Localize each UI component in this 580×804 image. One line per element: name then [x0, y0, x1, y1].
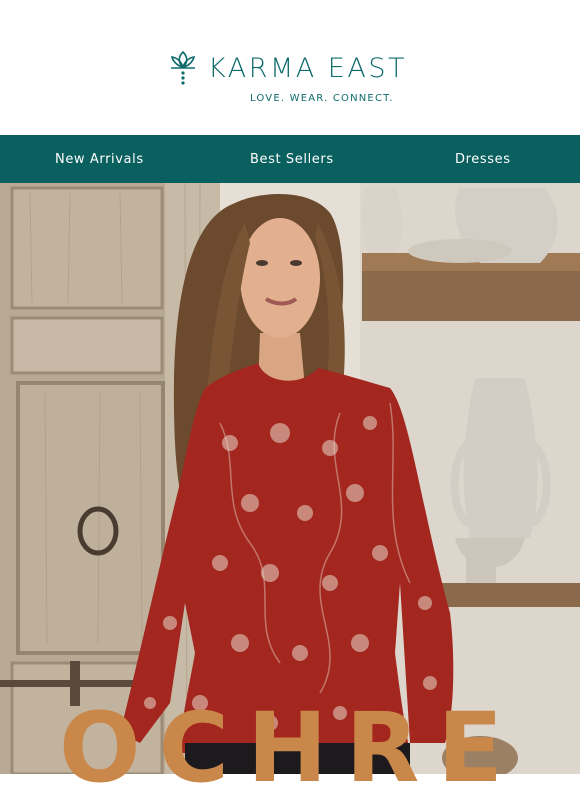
brand-logo[interactable]: KARMA EAST: [168, 48, 407, 88]
face: [240, 218, 320, 338]
brand-tagline: LOVE. WEAR. CONNECT.: [250, 93, 394, 104]
brand-name: KARMA EAST: [208, 52, 407, 84]
hero-image[interactable]: [0, 183, 580, 774]
nav-new-arrivals[interactable]: New Arrivals: [55, 152, 144, 167]
hero-headline: OCHRE: [59, 692, 521, 804]
nav-best-sellers[interactable]: Best Sellers: [250, 152, 334, 167]
hero-photo-illustration: [0, 183, 580, 774]
nav-dresses[interactable]: Dresses: [455, 152, 511, 167]
main-nav: New Arrivals Best Sellers Dresses: [0, 135, 580, 183]
email-header: KARMA EAST LOVE. WEAR. CONNECT.: [0, 0, 580, 135]
lotus-icon: [170, 50, 196, 85]
vase-tall: [463, 378, 538, 538]
